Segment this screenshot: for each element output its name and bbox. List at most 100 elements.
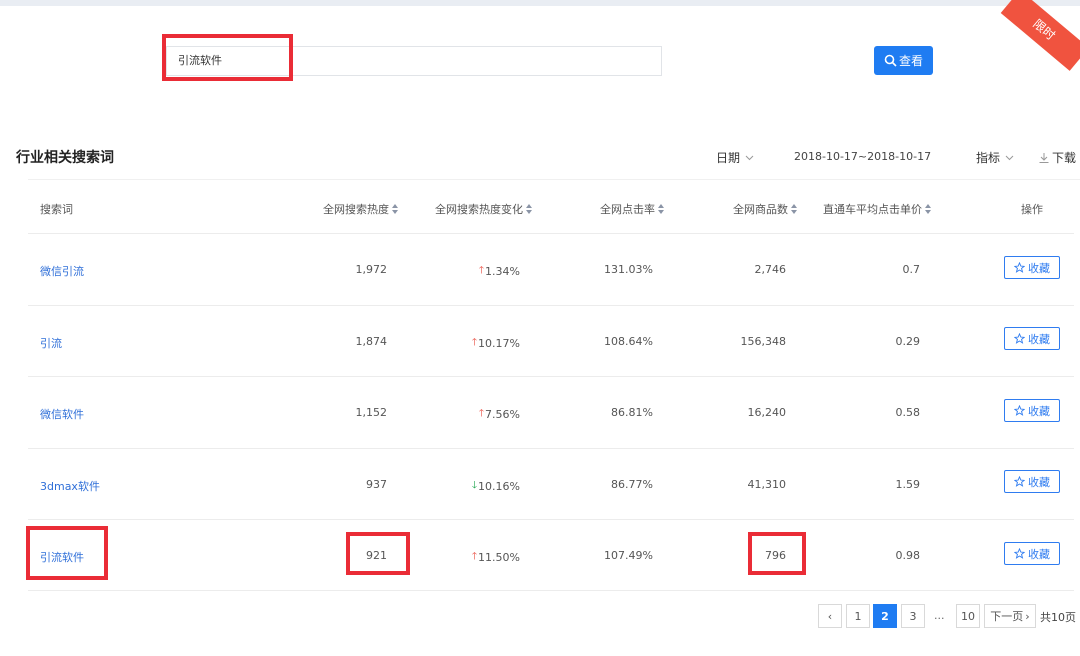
favorite-button[interactable]: 收藏 bbox=[1004, 327, 1060, 350]
favorite-label: 收藏 bbox=[1028, 404, 1050, 418]
heat-value: 1,874 bbox=[355, 335, 388, 348]
cpc-value: 0.29 bbox=[895, 335, 921, 348]
heat-change: 🡑 1.34% bbox=[440, 263, 520, 280]
heat-value: 937 bbox=[366, 478, 387, 491]
column-header-label: 搜索词 bbox=[40, 203, 73, 216]
sort-icon[interactable] bbox=[658, 204, 665, 214]
heat-change-value: 10.16% bbox=[478, 480, 520, 493]
heat-change-value: 11.50% bbox=[478, 551, 520, 564]
pagination-page-10[interactable]: 10 bbox=[956, 604, 980, 628]
cpc-value: 0.58 bbox=[895, 406, 921, 419]
heat-change: 🡓 10.16% bbox=[440, 478, 520, 495]
heat-value: 1,972 bbox=[355, 263, 388, 276]
goods-value: 16,240 bbox=[747, 406, 787, 419]
goods-value: 41,310 bbox=[747, 478, 787, 491]
keyword-link[interactable]: 3dmax软件 bbox=[40, 478, 100, 494]
heat-change: 🡑 11.50% bbox=[440, 549, 520, 566]
favorite-label: 收藏 bbox=[1028, 547, 1050, 561]
chevron-down-icon bbox=[745, 155, 754, 160]
date-range[interactable]: 2018-10-17~2018-10-17 bbox=[794, 150, 931, 163]
pagination-next-button[interactable]: 下一页 › bbox=[984, 604, 1036, 628]
arrow-up-icon: 🡑 bbox=[478, 265, 485, 276]
pagination-prev-button[interactable]: ‹ bbox=[818, 604, 842, 628]
column-header-goods[interactable]: 全网商品数 bbox=[733, 201, 798, 217]
chevron-right-icon: › bbox=[1025, 609, 1030, 623]
star-icon bbox=[1014, 262, 1025, 273]
favorite-button[interactable]: 收藏 bbox=[1004, 470, 1060, 493]
column-header-heat[interactable]: 全网搜索热度 bbox=[323, 201, 399, 217]
column-header-ctr[interactable]: 全网点击率 bbox=[600, 201, 665, 217]
arrow-up-icon: 🡑 bbox=[471, 337, 478, 348]
search-button-label: 查看 bbox=[898, 54, 923, 68]
section-title: 行业相关搜索词 bbox=[16, 150, 114, 166]
download-button[interactable]: 下载 bbox=[1039, 149, 1076, 166]
pagination-page-3[interactable]: 3 bbox=[901, 604, 925, 628]
goods-value: 156,348 bbox=[740, 335, 787, 348]
goods-value: 2,746 bbox=[754, 263, 787, 276]
date-filter-label: 日期 bbox=[716, 151, 741, 165]
sort-icon[interactable] bbox=[526, 204, 533, 214]
ctr-value: 107.49% bbox=[604, 549, 653, 562]
divider bbox=[28, 590, 1074, 591]
download-label: 下载 bbox=[1052, 151, 1077, 165]
column-header-label: 全网点击率 bbox=[600, 203, 655, 216]
highlight-box-search bbox=[162, 34, 293, 81]
divider bbox=[28, 305, 1074, 306]
metric-filter-label: 指标 bbox=[976, 151, 1001, 165]
ctr-value: 131.03% bbox=[604, 263, 653, 276]
favorite-button[interactable]: 收藏 bbox=[1004, 399, 1060, 422]
top-strip bbox=[0, 0, 1080, 6]
pagination-total: 共10页 bbox=[1040, 611, 1076, 624]
heat-change-value: 10.17% bbox=[478, 337, 520, 350]
arrow-up-icon: 🡑 bbox=[471, 551, 478, 562]
star-icon bbox=[1014, 333, 1025, 344]
favorite-label: 收藏 bbox=[1028, 332, 1050, 346]
download-icon bbox=[1039, 152, 1049, 163]
pagination-next-label: 下一页 bbox=[990, 610, 1024, 623]
favorite-button[interactable]: 收藏 bbox=[1004, 542, 1060, 565]
column-header-label: 操作 bbox=[1021, 203, 1043, 216]
search-button[interactable]: 查看 bbox=[874, 46, 933, 75]
column-header-label: 全网搜索热度 bbox=[323, 203, 389, 216]
page: 限时 引流软件 查看 行业相关搜索词 日期 2018-10-17~2018-10… bbox=[0, 0, 1080, 656]
star-icon bbox=[1014, 405, 1025, 416]
star-icon bbox=[1014, 548, 1025, 559]
pagination-page-2[interactable]: 2 bbox=[873, 604, 897, 628]
metric-filter[interactable]: 指标 bbox=[976, 149, 1014, 166]
divider bbox=[28, 376, 1074, 377]
heat-change-value: 1.34% bbox=[485, 265, 520, 278]
divider bbox=[28, 179, 1080, 180]
date-filter[interactable]: 日期 bbox=[716, 149, 754, 166]
favorite-label: 收藏 bbox=[1028, 475, 1050, 489]
sort-icon[interactable] bbox=[392, 204, 399, 214]
favorite-button[interactable]: 收藏 bbox=[1004, 256, 1060, 279]
ctr-value: 108.64% bbox=[604, 335, 653, 348]
keyword-link[interactable]: 微信引流 bbox=[40, 263, 84, 279]
sort-icon[interactable] bbox=[791, 204, 798, 214]
arrow-down-icon: 🡓 bbox=[471, 480, 478, 491]
highlight-box-keyword bbox=[26, 526, 108, 580]
keyword-link[interactable]: 微信软件 bbox=[40, 406, 84, 422]
cpc-value: 0.98 bbox=[895, 549, 921, 562]
heat-change-value: 7.56% bbox=[485, 408, 520, 421]
column-header-keyword: 搜索词 bbox=[40, 201, 73, 217]
column-header-label: 全网搜索热度变化 bbox=[435, 203, 523, 216]
divider bbox=[28, 233, 1074, 234]
ctr-value: 86.81% bbox=[611, 406, 653, 419]
favorite-label: 收藏 bbox=[1028, 261, 1050, 275]
heat-change: 🡑 10.17% bbox=[440, 335, 520, 352]
sort-icon[interactable] bbox=[925, 204, 932, 214]
heat-change: 🡑 7.56% bbox=[440, 406, 520, 423]
pagination-page-1[interactable]: 1 bbox=[846, 604, 870, 628]
column-header-heat-change[interactable]: 全网搜索热度变化 bbox=[435, 201, 533, 217]
keyword-link[interactable]: 引流 bbox=[40, 335, 62, 351]
divider bbox=[28, 519, 1074, 520]
limited-time-badge[interactable]: 限时 bbox=[1000, 0, 1080, 71]
cpc-value: 0.7 bbox=[902, 263, 921, 276]
highlight-box-goods bbox=[748, 532, 806, 575]
heat-value: 1,152 bbox=[355, 406, 388, 419]
column-header-cpc[interactable]: 直通车平均点击单价 bbox=[823, 201, 932, 217]
divider bbox=[28, 448, 1074, 449]
chevron-down-icon bbox=[1005, 155, 1014, 160]
pagination-ellipsis: ... bbox=[934, 609, 945, 622]
